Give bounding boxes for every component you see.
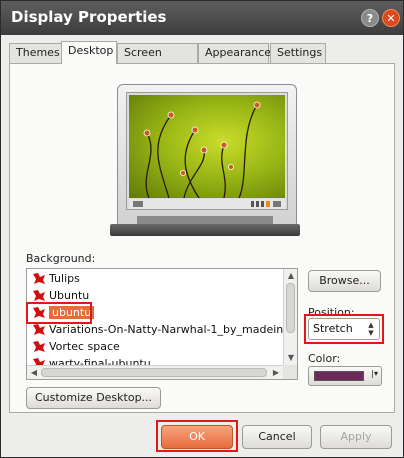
vertical-scrollbar[interactable]: ▲ ▼ xyxy=(283,269,297,365)
cancel-button[interactable]: Cancel xyxy=(242,425,312,449)
scroll-right-icon[interactable]: ▶ xyxy=(269,366,283,380)
monitor-stand xyxy=(110,224,300,236)
horizontal-scrollbar[interactable]: ◀ ▶ xyxy=(27,365,283,379)
tab-appearance[interactable]: Appearance xyxy=(198,43,272,63)
image-file-icon xyxy=(33,358,45,365)
color-picker-button[interactable]: |▾ xyxy=(308,366,382,386)
title-bar: Display Properties ? ✕ xyxy=(1,1,403,35)
color-swatch xyxy=(314,371,364,381)
image-file-icon xyxy=(33,324,45,335)
image-file-icon xyxy=(33,341,45,352)
list-item[interactable]: Tulips xyxy=(29,270,281,287)
wallpaper-preview xyxy=(129,95,285,198)
preview-taskbar xyxy=(129,199,285,209)
desktop-tab-panel: Background: Tulips Ubuntu ubuntu Variati xyxy=(9,63,395,413)
scroll-up-icon[interactable]: ▲ xyxy=(284,269,298,283)
customize-desktop-button[interactable]: Customize Desktop... xyxy=(26,387,161,409)
background-label: Background: xyxy=(26,252,96,265)
item-label: Variations-On-Natty-Narwhal-1_by_madeink… xyxy=(49,323,283,336)
scroll-down-icon[interactable]: ▼ xyxy=(284,351,298,365)
tab-desktop[interactable]: Desktop xyxy=(61,41,117,64)
horizontal-scroll-thumb[interactable] xyxy=(41,368,267,377)
window-title: Display Properties xyxy=(11,8,167,26)
background-listbox[interactable]: Tulips Ubuntu ubuntu Variations-On-Natty… xyxy=(26,268,298,380)
vertical-scroll-thumb[interactable] xyxy=(286,283,295,333)
help-button[interactable]: ? xyxy=(361,9,379,27)
list-item[interactable]: Vortec space xyxy=(29,338,281,355)
ok-button-highlight xyxy=(156,420,238,452)
item-label: Vortec space xyxy=(49,340,120,353)
apply-button[interactable]: Apply xyxy=(320,425,392,449)
browse-button[interactable]: Browse... xyxy=(308,270,381,292)
color-label: Color: xyxy=(308,352,341,365)
image-file-icon xyxy=(33,273,45,284)
list-item[interactable]: warty-final-ubuntu xyxy=(29,355,281,365)
position-highlight xyxy=(304,314,384,344)
tab-label: Desktop xyxy=(68,44,114,57)
monitor-neck xyxy=(137,216,273,224)
close-button[interactable]: ✕ xyxy=(382,9,400,27)
taskbar-icons xyxy=(133,201,281,207)
item-label: warty-final-ubuntu xyxy=(49,357,151,365)
monitor-preview-icon xyxy=(117,84,297,236)
preview-screen xyxy=(126,92,288,210)
flower-stems-image xyxy=(143,101,261,198)
item-label: Ubuntu xyxy=(49,289,90,302)
tab-settings[interactable]: Settings xyxy=(270,43,326,63)
selected-item-highlight xyxy=(26,302,92,324)
display-properties-window: Display Properties ? ✕ Themes Desktop Sc… xyxy=(0,0,404,458)
tab-screen-saver[interactable]: Screen Saver xyxy=(117,43,198,77)
item-label: Tulips xyxy=(49,272,80,285)
tab-label: Settings xyxy=(277,46,323,59)
chevron-down-icon: |▾ xyxy=(371,369,378,378)
scroll-corner xyxy=(283,365,297,379)
tab-themes[interactable]: Themes xyxy=(9,43,62,63)
tab-label: Themes xyxy=(16,46,60,59)
image-file-icon xyxy=(33,290,45,301)
tab-label: Appearance xyxy=(205,46,272,59)
scroll-left-icon[interactable]: ◀ xyxy=(27,366,41,380)
